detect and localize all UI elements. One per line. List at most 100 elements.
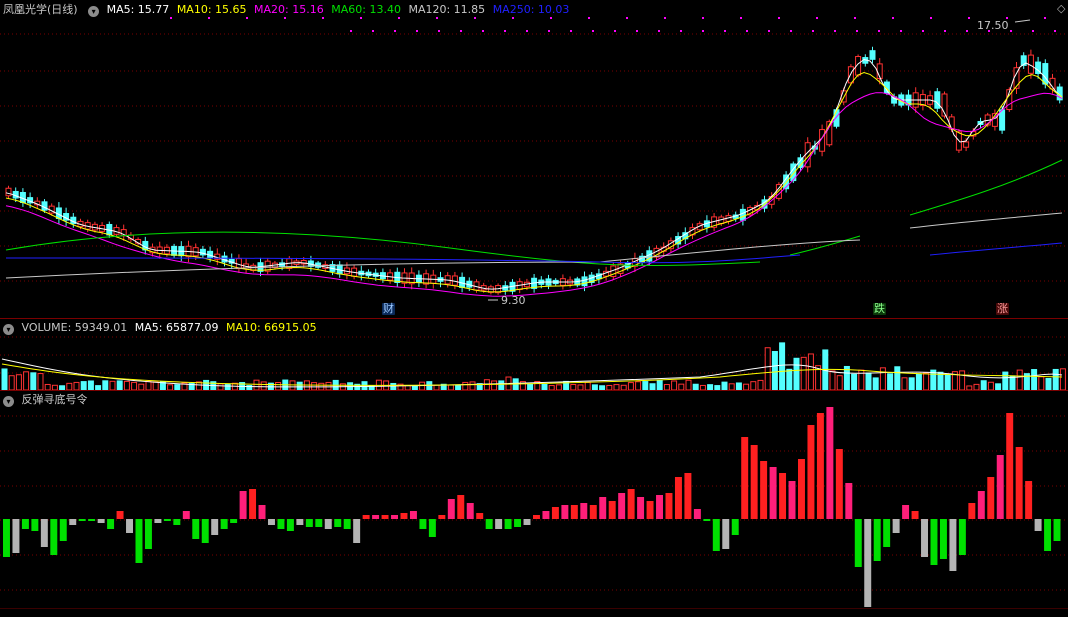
marker-dot — [702, 17, 704, 19]
volume-bar — [8, 375, 15, 391]
indicator-bar — [722, 519, 730, 549]
indicator-bar — [78, 519, 86, 521]
indicator-bar — [59, 519, 67, 541]
indicator-bar — [1006, 413, 1014, 519]
candle — [1042, 63, 1049, 85]
marker-dot — [922, 30, 924, 32]
volume-bar — [1016, 369, 1023, 391]
indicator-bar — [637, 497, 645, 519]
indicator-bar — [949, 519, 957, 571]
volume-bar — [131, 381, 138, 391]
candle — [5, 187, 12, 197]
volume-bar — [901, 377, 908, 391]
volume-bar — [325, 381, 332, 391]
chevron-down-icon[interactable]: ▾ — [88, 6, 100, 17]
volume-bar — [987, 381, 994, 391]
indicator-bar — [381, 515, 389, 519]
ma60-label: MA60: 13.40 — [331, 3, 401, 16]
indicator-bar — [97, 519, 105, 523]
marker-dot — [856, 30, 858, 32]
marker-dot — [944, 30, 946, 32]
indicator-bar — [608, 501, 616, 519]
tag-die[interactable]: 跌 — [873, 303, 886, 315]
indicator-bar — [854, 519, 862, 567]
stock-title: 凤凰光学(日线) — [3, 3, 78, 16]
volume-bar — [750, 381, 757, 391]
tag-cai[interactable]: 财 — [382, 303, 395, 315]
volume-bar — [894, 366, 901, 391]
ma10-label: MA10: 15.65 — [176, 3, 247, 16]
indicator-bar — [1015, 447, 1023, 519]
indicator-bar — [996, 455, 1004, 519]
chevron-down-icon[interactable]: ▾ — [3, 324, 14, 335]
indicator-bar — [514, 519, 522, 527]
indicator-bar — [268, 519, 275, 525]
chevron-down-icon[interactable]: ▾ — [3, 396, 14, 407]
indicator-bar — [1025, 481, 1033, 519]
indicator-bar — [173, 519, 181, 525]
price-pane[interactable]: 凤凰光学(日线) ▾ MA5: 15.77 MA10: 15.65 MA20: … — [0, 0, 1068, 318]
volume-bar — [879, 367, 886, 391]
marker-dot — [966, 30, 968, 32]
indicator-bar — [135, 519, 143, 563]
indicator-bar — [731, 519, 739, 535]
volume-bar — [851, 373, 858, 391]
indicator-bar — [902, 505, 910, 519]
volume-bar — [872, 377, 879, 391]
indicator-bar — [21, 519, 29, 529]
indicator-bar — [40, 519, 48, 547]
volume-bar — [462, 381, 469, 391]
indicator-bar — [977, 491, 985, 519]
price-chart — [0, 17, 1068, 301]
indicator-bar — [353, 519, 361, 543]
ma20-line — [5, 92, 1063, 297]
tag-zhang[interactable]: 涨 — [996, 303, 1009, 315]
indicator-bar — [835, 449, 843, 519]
marker-dot — [968, 17, 970, 19]
marker-dot — [1010, 30, 1012, 32]
marker-dot — [816, 17, 818, 19]
indicator-pane[interactable]: ▾ 反弹寻底号令 — [0, 390, 1068, 609]
marker-dot — [614, 30, 616, 32]
volume-bar — [836, 375, 843, 391]
volume-bar — [757, 379, 764, 391]
indicator-bar — [542, 511, 550, 519]
indicator-bar — [249, 489, 257, 519]
indicator-bar — [561, 505, 569, 519]
indicator-bar — [939, 519, 947, 559]
indicator-bar — [1044, 519, 1052, 551]
volume-bar — [145, 380, 152, 391]
indicator-bar — [182, 511, 190, 519]
marker-dot — [350, 30, 352, 32]
indicator-bar — [958, 519, 966, 555]
indicator-bar — [750, 445, 758, 519]
candle — [963, 141, 970, 148]
volume-bar — [1, 368, 8, 391]
volume-bar — [1045, 377, 1052, 391]
candle — [581, 276, 588, 287]
marker-dot — [812, 30, 814, 32]
indicator-bar — [362, 515, 370, 519]
marker-dot — [504, 30, 506, 32]
volume-bar — [1031, 369, 1038, 391]
marker-dot — [930, 17, 932, 19]
diamond-icon[interactable]: ◇ — [1056, 3, 1066, 15]
indicator-bar — [116, 511, 124, 519]
marker-dot — [768, 30, 770, 32]
marker-dot — [460, 30, 462, 32]
indicator-bar — [760, 461, 768, 519]
indicator-bar — [779, 473, 787, 519]
volume-bar — [102, 380, 109, 391]
indicator-bar — [372, 515, 380, 519]
indicator-bar — [570, 505, 578, 519]
volume-pane[interactable]: ▾ VOLUME: 59349.01 MA5: 65877.09 MA10: 6… — [0, 318, 1068, 391]
volume-bar — [116, 380, 123, 391]
indicator-bar — [69, 519, 77, 525]
volume-bar — [469, 381, 476, 391]
volume-bar — [15, 374, 22, 391]
indicator-bar — [343, 519, 351, 529]
candle — [869, 50, 876, 60]
indicator-bar — [523, 519, 531, 525]
indicator-chart — [0, 407, 1068, 607]
marker-dot — [1032, 30, 1034, 32]
